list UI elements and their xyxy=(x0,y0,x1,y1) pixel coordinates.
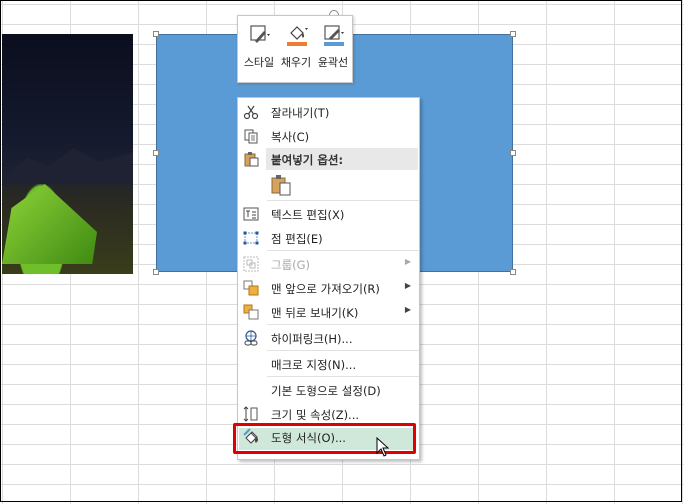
screenshot-border xyxy=(0,0,682,502)
format-shape-icon xyxy=(243,429,257,444)
